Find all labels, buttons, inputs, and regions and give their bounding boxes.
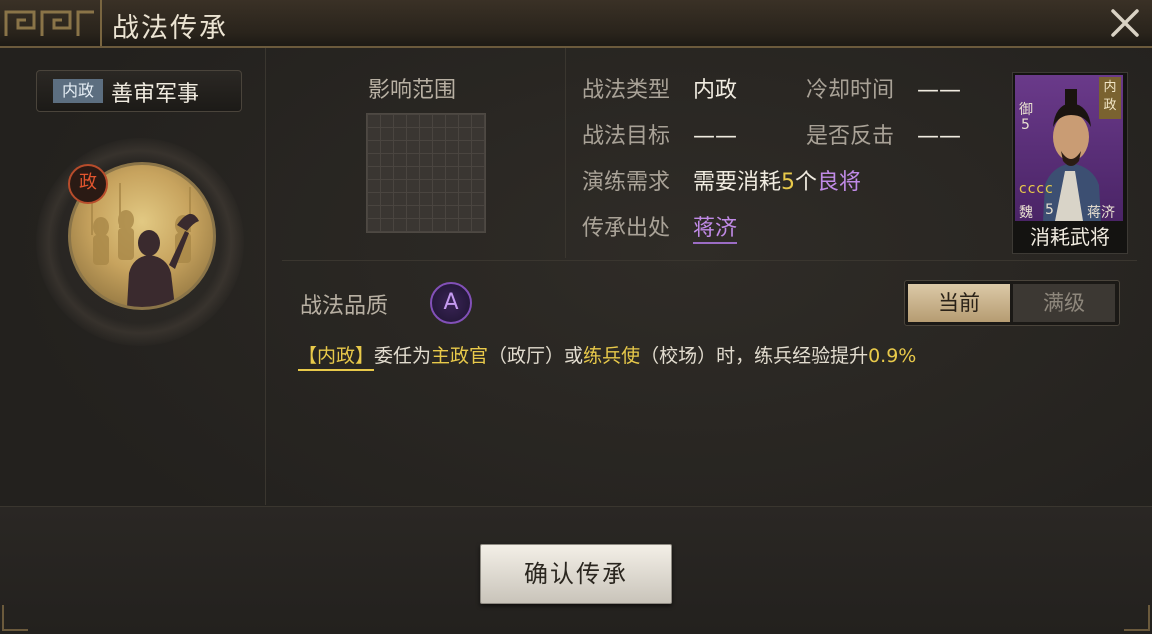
general-cost: 5 [1045,202,1054,218]
general-card[interactable]: 内政 御 5 cccc 魏 5 蒋济 消耗武将 [1012,72,1128,254]
skill-category-badge: 内政 [53,79,103,103]
info-row-target: 战法目标 —— [582,118,737,150]
title-bar: 战法传承 [0,0,1152,48]
info-row-source: 传承出处 蒋济 [582,210,738,244]
description-text: 委任为 [374,345,432,367]
train-count: 5 [781,170,796,195]
divider [282,260,1137,261]
info-key: 演练需求 [582,170,671,195]
skill-name-tag: 内政 善审军事 [36,70,242,112]
general-name: 蒋济 [1087,205,1115,221]
info-key: 战法目标 [582,124,671,149]
info-key: 战法类型 [582,78,671,103]
description-category: 【内政】 [298,345,375,371]
frame-corner [1124,605,1150,631]
info-key: 冷却时间 [806,78,895,103]
info-row-type: 战法类型 内政 [582,72,737,104]
info-key: 传承出处 [582,216,671,241]
info-value: 需要消耗 [693,170,782,195]
consume-general-label: 消耗武将 [1030,225,1110,249]
info-row-cooldown: 冷却时间 —— [806,72,961,104]
description-text: （政厅）或 [488,345,584,367]
range-label: 影响范围 [368,78,457,103]
divider [565,48,566,258]
troop-type: 御 [1019,102,1033,118]
skill-name: 善审军事 [111,82,200,107]
description-value: 0.9% [868,345,917,367]
title-ornament [0,0,102,46]
train-unit: 个 [795,170,818,195]
level-toggle: 当前 满级 [904,280,1120,326]
info-row-counter: 是否反击 —— [806,118,961,150]
description-text: （校场）时，练兵经验提升 [640,345,869,367]
general-level: 5 [1021,117,1030,133]
quality-label: 战法品质 [300,294,389,319]
general-portrait: 内政 御 5 cccc 魏 5 蒋济 [1015,75,1123,221]
info-key: 是否反击 [806,124,895,149]
quality-grade-badge: A [430,282,472,324]
info-value: 内政 [693,78,738,103]
close-icon [1111,9,1139,37]
frame-corner [2,605,28,631]
general-type-badge: 内政 [1099,77,1121,119]
source-general-link[interactable]: 蒋济 [693,216,738,244]
general-faction: 魏 [1019,205,1033,221]
info-row-training: 演练需求 需要消耗5个良将 [582,164,861,196]
close-button[interactable] [1108,6,1142,40]
description-role: 练兵使 [583,345,641,367]
confirm-inherit-button[interactable]: 确认传承 [480,544,672,604]
skill-description: 【内政】委任为主政官（政厅）或练兵使（校场）时，练兵经验提升0.9% [298,341,917,371]
general-stars: cccc [1019,181,1054,197]
train-quality: 良将 [817,170,862,195]
tab-max-level[interactable]: 满级 [1013,284,1115,322]
info-value: —— [917,124,962,149]
tab-current[interactable]: 当前 [908,284,1010,322]
range-grid [366,113,486,233]
inheritance-panel: 战法传承 内政 善审军事 政 影响范围 战法类型 内政 冷却时间 —— 战法目标… [0,0,1152,634]
skill-type-badge: 政 [68,164,108,204]
description-role: 主政官 [431,345,489,367]
info-value: —— [693,124,738,149]
info-value: —— [917,78,962,103]
window-title: 战法传承 [112,13,228,44]
